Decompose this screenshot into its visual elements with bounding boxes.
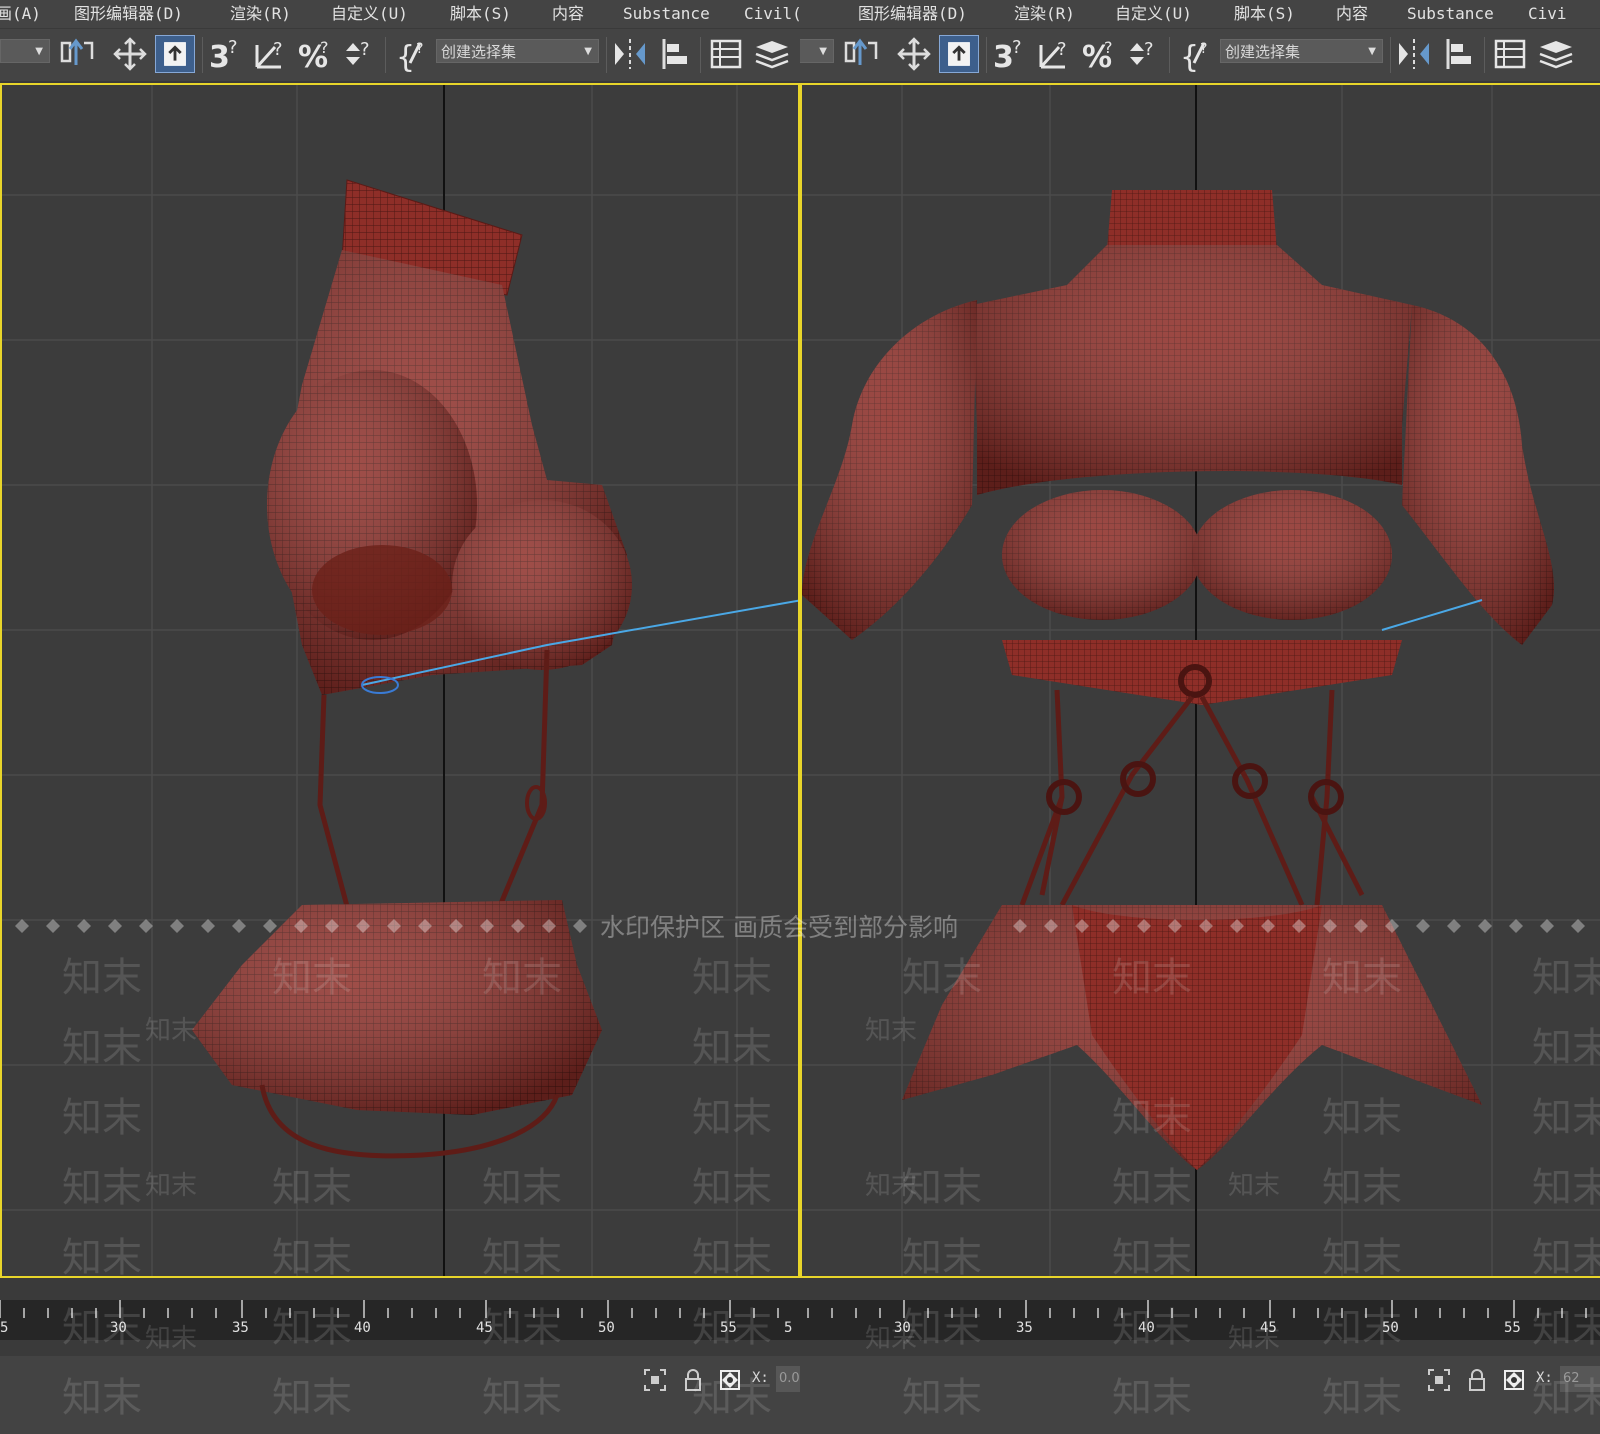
svg-text:?: ? [320,38,329,57]
tick-label: 55 [1504,1320,1521,1336]
tick-label: 45 [1260,1320,1277,1336]
garment-mesh-front [802,190,1555,1170]
x-coord-field[interactable]: 62 [1560,1366,1600,1392]
spinner-snap-icon[interactable]: ? [1124,35,1164,73]
lock-icon[interactable] [1465,1368,1489,1392]
tick-label: 45 [476,1320,493,1336]
snap-3d-icon[interactable]: 3? [990,35,1030,73]
isolate-icon[interactable] [1427,1368,1451,1392]
mirror-icon[interactable] [1394,35,1434,73]
select-move-icon[interactable] [842,35,882,73]
angle-snap-icon[interactable]: ? [251,35,291,73]
menu-graph-editors[interactable]: 图形编辑器(D) [858,0,967,28]
tick-label: 55 [720,1320,737,1336]
scene-explorer-icon[interactable] [706,35,746,73]
svg-text:?: ? [1012,37,1022,58]
absolute-mode-icon[interactable] [1502,1368,1526,1392]
select-object-icon[interactable] [155,35,195,73]
scene-explorer-icon[interactable] [1490,35,1530,73]
move-icon[interactable] [110,35,150,73]
percent-snap-icon[interactable]: %? [296,35,336,73]
selection-set-dropdown[interactable]: 创建选择集 ▼ [436,39,599,63]
select-move-icon[interactable] [58,35,98,73]
svg-text:?: ? [1057,39,1067,60]
time-ruler[interactable] [800,1300,1600,1340]
svg-text:?: ? [1104,38,1113,57]
menu-content[interactable]: 内容 [552,0,584,28]
selection-filter-dropdown[interactable]: ▼ [0,39,50,63]
svg-text:?: ? [416,41,423,57]
tick-label: 35 [1016,1320,1033,1336]
menu-graph-editors[interactable]: 图形编辑器(D) [74,0,183,28]
timeline[interactable]: 30 35 40 45 50 55 [800,1278,1600,1356]
viewport-right[interactable] [800,83,1600,1278]
absolute-mode-icon[interactable] [718,1368,742,1392]
select-object-icon[interactable] [939,35,979,73]
status-bar: X: 62 [800,1356,1600,1434]
svg-text:?: ? [360,39,370,60]
svg-text:3: 3 [209,40,230,73]
menu-animation[interactable]: 画(A) [0,0,41,28]
x-coord-field[interactable]: 0.0 [776,1366,800,1392]
svg-text:?: ? [228,37,238,58]
tick-label: 50 [598,1320,615,1336]
layer-dropdown[interactable]: ▼ [800,39,834,63]
tick-label: 5 [784,1320,793,1336]
tick-label: 50 [1382,1320,1399,1336]
percent-snap-icon[interactable]: %? [1080,35,1120,73]
menu-bar: 画(A) 图形编辑器(D) 渲染(R) 自定义(U) 脚本(S) 内容 Subs… [0,0,800,29]
snap-3d-icon[interactable]: 3? [206,35,246,73]
menu-substance[interactable]: Substance [1407,0,1494,28]
svg-text:?: ? [273,39,283,60]
angle-snap-icon[interactable]: ? [1035,35,1075,73]
layer-icon[interactable] [752,35,792,73]
menu-customize[interactable]: 自定义(U) [331,0,408,28]
svg-text:?: ? [1200,41,1207,57]
selection-line [1381,599,1483,631]
left-pane: 画(A) 图形编辑器(D) 渲染(R) 自定义(U) 脚本(S) 内容 Subs… [0,0,800,1434]
lock-icon[interactable] [681,1368,705,1392]
x-coord-label: X: [1536,1370,1553,1386]
menu-civil[interactable]: Civi [1528,0,1567,28]
timeline[interactable]: 5 30 35 40 45 50 55 5 [0,1278,800,1356]
svg-text:3: 3 [993,40,1014,73]
move-icon[interactable] [894,35,934,73]
menu-rendering[interactable]: 渲染(R) [230,0,291,28]
garment-mesh-side [192,179,632,1159]
mirror-icon[interactable] [610,35,650,73]
main-toolbar: ▼ 3? ? %? ? {? 创建选择集 ▼ [0,29,800,83]
menu-bar: 图形编辑器(D) 渲染(R) 自定义(U) 脚本(S) 内容 Substance… [800,0,1600,29]
tick-label: 35 [232,1320,249,1336]
align-icon[interactable] [656,35,696,73]
menu-content[interactable]: 内容 [1336,0,1368,28]
x-coord-label: X: [752,1370,769,1386]
selection-set-dropdown[interactable]: 创建选择集 ▼ [1220,39,1383,63]
menu-substance[interactable]: Substance [623,0,710,28]
isolate-icon[interactable] [643,1368,667,1392]
svg-text:?: ? [1144,39,1154,60]
menu-scripting[interactable]: 脚本(S) [1234,0,1295,28]
tick-label: 40 [354,1320,371,1336]
status-bar: X: 0.0 [0,1356,800,1434]
tick-label: 30 [894,1320,911,1336]
right-pane: 图形编辑器(D) 渲染(R) 自定义(U) 脚本(S) 内容 Substance… [800,0,1600,1434]
menu-civil[interactable]: Civil(A) [744,0,800,28]
tick-label: 5 [0,1320,9,1336]
menu-customize[interactable]: 自定义(U) [1115,0,1192,28]
named-selection-icon[interactable]: {? [1176,35,1216,73]
menu-rendering[interactable]: 渲染(R) [1014,0,1075,28]
named-selection-icon[interactable]: {? [392,35,432,73]
spinner-snap-icon[interactable]: ? [340,35,380,73]
tick-label: 40 [1138,1320,1155,1336]
tick-label: 30 [110,1320,127,1336]
main-toolbar: ▼ 3? ? %? ? {? 创建选择集 ▼ [800,29,1600,83]
align-icon[interactable] [1440,35,1480,73]
layer-icon[interactable] [1536,35,1576,73]
menu-scripting[interactable]: 脚本(S) [450,0,511,28]
viewport-left[interactable] [0,83,800,1278]
